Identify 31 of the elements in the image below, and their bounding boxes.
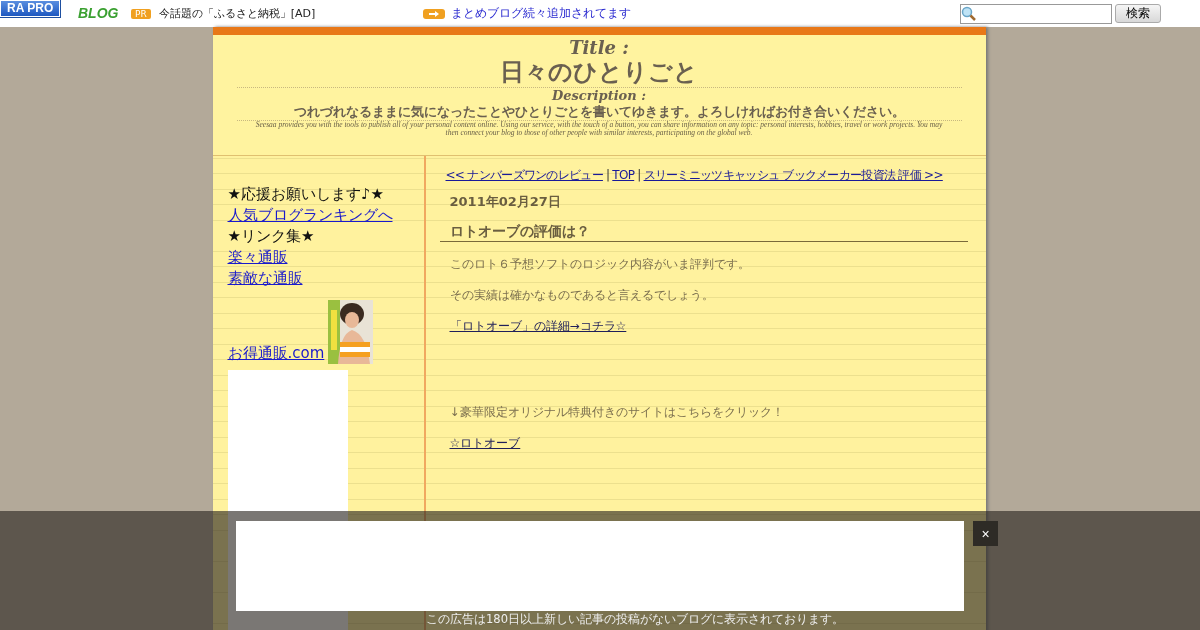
description-label: Description : — [551, 88, 646, 103]
post-paragraph: このロト６予想ソフトのロジック内容がいま評判です。 — [449, 256, 751, 273]
article-nav-link[interactable]: スリーミニッツキャッシュ ブックメーカー投資法 評価 >> — [643, 166, 943, 184]
close-button[interactable]: × — [973, 521, 998, 546]
pr-tag: PR — [131, 8, 151, 19]
separator: | — [605, 167, 610, 184]
post-link[interactable]: ☆ロトオーブ — [449, 436, 521, 450]
title-label: Title : — [569, 39, 629, 57]
ra-pro-badge[interactable]: RA PRO — [0, 0, 61, 17]
sidebar-link[interactable]: 素敵な通販 — [227, 269, 303, 287]
post-title: ロトオーブの評価は？ — [439, 211, 968, 242]
blog-description: つれづれなるままに気になったことやひとりごとを書いてゆきます。よろしければお付き合いください。 — [236, 103, 962, 121]
sidebar-link[interactable]: 楽々通販 — [227, 248, 288, 266]
search-field[interactable] — [960, 3, 1112, 24]
separator: | — [637, 167, 641, 184]
search-icon — [961, 5, 977, 22]
post-paragraph: ↓豪華限定オリジナル特典付きのサイトはこちらをクリック！ — [449, 404, 785, 421]
sidebar-heading: ★リンク集★ — [227, 226, 316, 247]
sidebar-link[interactable]: お得通販.com — [227, 343, 325, 364]
blog-title[interactable]: 日々のひとりごと — [500, 57, 698, 87]
article-nav-link[interactable]: TOP — [612, 166, 635, 184]
ad-link[interactable]: 今話題の「ふるさと納税」[AD] — [158, 6, 316, 21]
ad-notice: この広告は180日以上新しい記事の投稿がないブログに表示されております。 — [426, 612, 844, 627]
post-date: 2011年02月27日 — [448, 193, 562, 211]
post-link[interactable]: 「ロトオーブ」の詳細→コチラ☆ — [449, 319, 627, 333]
search-button[interactable]: 検索 — [1115, 4, 1161, 23]
sidebar-link[interactable]: 人気ブログランキングへ — [227, 206, 393, 224]
notice-link[interactable]: まとめブログ続々追加されてます — [451, 5, 632, 22]
post-paragraph: その実績は確かなものであると言えるでしょう。 — [449, 287, 715, 304]
sidebar-heading: ★応援お願いします♪★ — [227, 184, 385, 205]
article-nav-link[interactable]: << ナンバーズワンのレビュー — [445, 166, 603, 184]
